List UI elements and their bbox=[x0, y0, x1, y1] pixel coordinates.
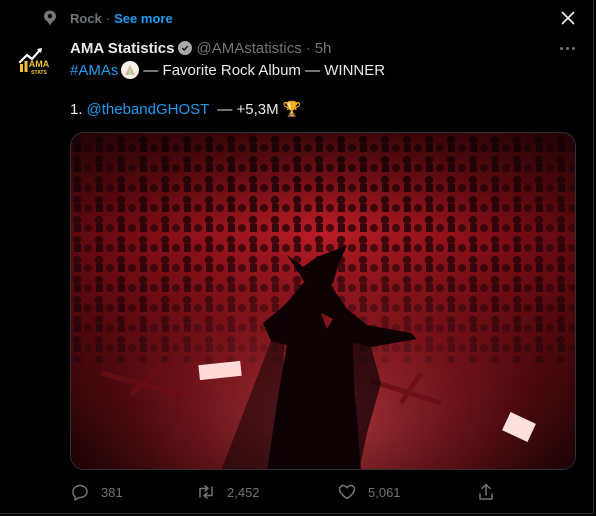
tweet-text-line-1: #AMAs — Favorite Rock Album — WINNER bbox=[70, 60, 385, 80]
topic-icon bbox=[42, 10, 58, 26]
heart-icon bbox=[337, 482, 357, 502]
see-more-link[interactable]: See more bbox=[114, 11, 173, 26]
mention-link[interactable]: @thebandGHOST bbox=[87, 101, 210, 118]
share-icon bbox=[476, 482, 496, 502]
close-icon[interactable] bbox=[556, 6, 580, 30]
reply-action[interactable]: 381 bbox=[70, 482, 123, 502]
like-count: 5,061 bbox=[368, 484, 401, 500]
retweet-icon bbox=[196, 482, 216, 502]
hashtag-link[interactable]: #AMAs bbox=[70, 62, 118, 79]
retweet-count: 2,452 bbox=[227, 484, 260, 500]
reply-icon bbox=[70, 482, 90, 502]
rank-text: 1. bbox=[70, 100, 83, 118]
more-options-icon[interactable] bbox=[556, 38, 578, 58]
display-name[interactable]: AMA Statistics bbox=[70, 40, 174, 57]
tweet-text-line-2: 1. @thebandGHOST — +5,3M 🏆 bbox=[70, 99, 301, 119]
avatar-logo-sub: STATS bbox=[31, 70, 47, 76]
tweet-header: AMA Statistics @AMAstatistics · 5h bbox=[70, 38, 331, 58]
verified-badge-icon bbox=[178, 41, 193, 55]
tweet-timestamp[interactable]: 5h bbox=[315, 40, 332, 57]
reply-count: 381 bbox=[101, 484, 123, 500]
tweet-photo[interactable] bbox=[70, 132, 576, 470]
tweet-category-text: — Favorite Rock Album — WINNER bbox=[143, 61, 386, 79]
topic-name[interactable]: Rock bbox=[70, 11, 102, 26]
header-separator: · bbox=[305, 39, 311, 57]
topic-bar: Rock · See more bbox=[42, 8, 173, 28]
avatar-logo-text: AMA bbox=[29, 59, 50, 69]
trophy-icon: 🏆 bbox=[282, 101, 302, 118]
result-text: — +5,3M bbox=[217, 100, 279, 118]
like-action[interactable]: 5,061 bbox=[337, 482, 401, 502]
ama-hashflag-icon bbox=[121, 61, 140, 79]
topic-separator: · bbox=[105, 10, 111, 26]
retweet-action[interactable]: 2,452 bbox=[196, 482, 260, 502]
share-action[interactable] bbox=[476, 482, 507, 502]
user-handle[interactable]: @AMAstatistics bbox=[196, 40, 301, 57]
avatar[interactable]: AMA STATS bbox=[16, 40, 56, 80]
